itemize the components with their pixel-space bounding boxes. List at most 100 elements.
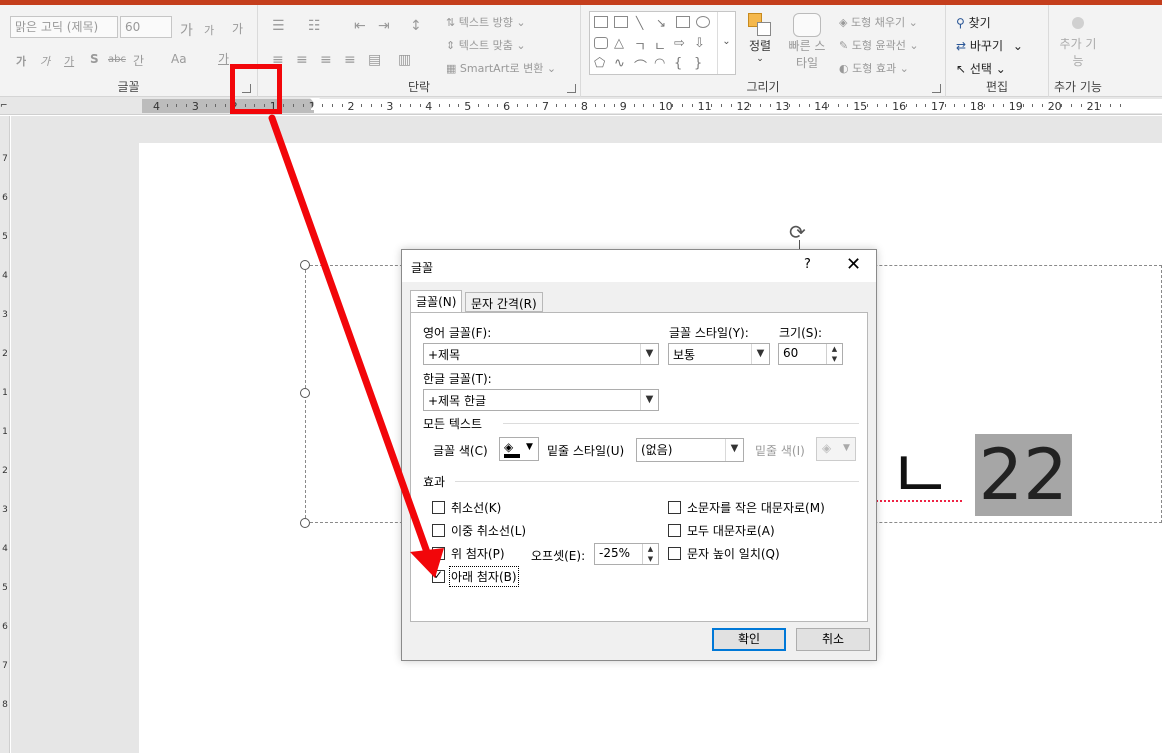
increase-indent-icon[interactable]: ⇥ <box>378 18 390 34</box>
left-brace-icon[interactable]: { <box>674 56 682 71</box>
asian-font-combo[interactable]: +제목 한글 ▼ <box>423 389 659 411</box>
align-right-icon[interactable]: ≡ <box>320 52 332 68</box>
tab-char-spacing[interactable]: 문자 간격(R) <box>465 292 543 312</box>
double-strikethrough-label[interactable]: 이중 취소선(L) <box>451 522 526 539</box>
down-arrow-shape-icon[interactable]: ⇩ <box>694 36 705 51</box>
line-spacing-icon[interactable]: ↕ <box>410 18 422 34</box>
vertical-textbox-shape-icon[interactable] <box>614 16 628 28</box>
rectangle-shape-icon[interactable] <box>676 16 690 28</box>
textbox-shape-icon[interactable] <box>594 16 608 28</box>
small-caps-label[interactable]: 소문자를 작은 대문자로(M) <box>687 499 825 516</box>
latin-font-combo[interactable]: +제목 ▼ <box>423 343 659 365</box>
drawing-dialog-launcher-icon[interactable] <box>932 84 941 93</box>
italic-button[interactable]: 가 <box>40 53 50 69</box>
chevron-down-icon[interactable]: ▼ <box>640 344 658 364</box>
spin-up-icon[interactable]: ▲ <box>827 344 842 354</box>
resize-handle-top-left[interactable] <box>300 260 310 270</box>
subscript-checkbox[interactable] <box>432 568 445 583</box>
resize-handle-left[interactable] <box>300 388 310 398</box>
select-button[interactable]: ↖ 선택 ⌄ <box>956 60 1006 77</box>
font-name-box[interactable]: 맑은 고딕 (제목) <box>10 16 118 38</box>
slide-title-text[interactable]: ㄴ 22 <box>888 434 1072 516</box>
right-arrow-shape-icon[interactable]: ⇨ <box>674 36 685 51</box>
paragraph-dialog-launcher-icon[interactable] <box>567 84 576 93</box>
tab-font[interactable]: 글꼴(N) <box>410 290 463 313</box>
underline-button[interactable]: 가 <box>64 53 74 69</box>
size-spinner[interactable]: 60 ▲ ▼ <box>778 343 843 365</box>
arrange-button[interactable]: 정렬 ⌄ <box>743 13 777 64</box>
equalize-height-label[interactable]: 문자 높이 일치(Q) <box>687 545 780 562</box>
arc-shape-icon[interactable]: ◠ <box>654 56 665 71</box>
spin-down-icon[interactable]: ▼ <box>827 354 842 364</box>
freeform-shape-icon[interactable]: ∿ <box>614 56 625 71</box>
right-brace-icon[interactable]: } <box>694 56 702 71</box>
subscript-label[interactable]: 아래 첨자(B) <box>449 566 519 587</box>
cancel-button[interactable]: 취소 <box>796 628 870 651</box>
justify-icon[interactable]: ≡ <box>344 52 356 68</box>
superscript-checkbox[interactable] <box>432 547 445 560</box>
align-center-icon[interactable]: ≡ <box>296 52 308 68</box>
align-text-button[interactable]: ⇕ 텍스트 맞춤 ⌄ <box>446 37 526 53</box>
strikethrough-label[interactable]: 취소선(K) <box>451 499 501 516</box>
curve-shape-icon[interactable]: ⌒ <box>634 56 647 75</box>
spin-up-icon[interactable]: ▲ <box>643 544 658 554</box>
bullets-icon[interactable]: ☰ <box>272 18 285 34</box>
underline-color-button[interactable]: ◈ ▼ <box>816 437 856 461</box>
addins-button[interactable]: 추가 기능 <box>1059 15 1097 69</box>
dialog-titlebar[interactable]: 글꼴 ? ✕ <box>402 250 876 282</box>
resize-handle-bottom-left[interactable] <box>300 518 310 528</box>
rounded-rect-shape-icon[interactable] <box>594 37 608 49</box>
strikethrough-checkbox[interactable] <box>432 501 445 514</box>
smartart-button[interactable]: ▦ SmartArt로 변환 ⌄ <box>446 60 556 76</box>
tab-selector-icon[interactable]: ⌐ <box>0 101 8 111</box>
superscript-label[interactable]: 위 첨자(P) <box>451 545 505 562</box>
spin-down-icon[interactable]: ▼ <box>643 554 658 564</box>
arrow-line-shape-icon[interactable]: ↘ <box>656 16 666 30</box>
rotate-handle-icon[interactable]: ⟳ <box>789 220 806 244</box>
vertical-ruler[interactable]: 7 6 5 4 3 2 1 1 2 3 4 5 6 7 8 <box>0 116 10 753</box>
numbering-icon[interactable]: ☷ <box>308 18 321 34</box>
shadow-button[interactable]: S <box>90 52 99 66</box>
chevron-down-icon[interactable]: ▼ <box>751 344 769 364</box>
shrink-font-button[interactable]: 가 <box>204 22 214 38</box>
all-caps-label[interactable]: 모두 대문자로(A) <box>687 522 775 539</box>
distributed-icon[interactable]: ▤ <box>368 52 381 68</box>
offset-spinner[interactable]: -25% ▲ ▼ <box>594 543 659 565</box>
elbow-connector-icon[interactable]: ㄱ <box>634 36 646 55</box>
font-size-box[interactable]: 60 <box>120 16 172 38</box>
gallery-more-icon[interactable]: ⌄ <box>717 12 735 74</box>
bold-button[interactable]: 가 <box>16 53 26 69</box>
all-caps-checkbox[interactable] <box>668 524 681 537</box>
shapes-gallery[interactable]: ╲ ↘ △ ㄱ ㄴ ⇨ ⇩ ⬠ ∿ ⌒ ◠ { } ⌄ <box>589 11 736 75</box>
shape-effects-button[interactable]: ◐ 도형 효과 ⌄ <box>839 60 909 76</box>
horizontal-ruler[interactable]: 4 3 2 1 1 2 3 4 5 6 7 8 9 10 11 12 13 14 15 16 17 18 19 20 21 ⌐ <box>0 97 1162 115</box>
clear-format-icon[interactable]: 가 <box>232 20 243 37</box>
equalize-height-checkbox[interactable] <box>668 547 681 560</box>
small-caps-checkbox[interactable] <box>668 501 681 514</box>
grow-font-button[interactable]: 가 <box>180 20 193 40</box>
columns-icon[interactable]: ▥ <box>398 52 411 68</box>
pentagon-shape-icon[interactable]: ⬠ <box>594 56 605 71</box>
underline-style-combo[interactable]: (없음) ▼ <box>636 438 744 462</box>
replace-button[interactable]: ⇄ 바꾸기 ⌄ <box>956 37 1023 54</box>
font-color-button[interactable]: 가 <box>218 50 229 67</box>
chevron-down-icon[interactable]: ▼ <box>725 439 743 461</box>
shape-fill-button[interactable]: ◈ 도형 채우기 ⌄ <box>839 14 918 30</box>
quick-styles-button[interactable]: 빠른 스타일 <box>787 13 827 71</box>
help-icon[interactable]: ? <box>804 257 811 272</box>
decrease-indent-icon[interactable]: ⇤ <box>354 18 366 34</box>
find-button[interactable]: ⚲ 찾기 <box>956 14 991 31</box>
oval-shape-icon[interactable] <box>696 16 710 28</box>
double-strikethrough-checkbox[interactable] <box>432 524 445 537</box>
font-color-button[interactable]: ◈ ▼ <box>499 437 539 461</box>
change-case-button[interactable]: Aa <box>171 52 187 66</box>
close-icon[interactable]: ✕ <box>846 254 861 275</box>
indent-marker-icon[interactable] <box>310 98 320 114</box>
chevron-down-icon[interactable]: ▼ <box>640 390 658 410</box>
strikethrough-button[interactable]: abc <box>108 54 126 65</box>
elbow-arrow-icon[interactable]: ㄴ <box>654 36 666 55</box>
char-spacing-button[interactable]: 간 <box>133 52 144 69</box>
triangle-shape-icon[interactable]: △ <box>614 36 624 51</box>
shape-outline-button[interactable]: ✎ 도형 윤곽선 ⌄ <box>839 37 919 53</box>
font-style-combo[interactable]: 보통 ▼ <box>668 343 770 365</box>
